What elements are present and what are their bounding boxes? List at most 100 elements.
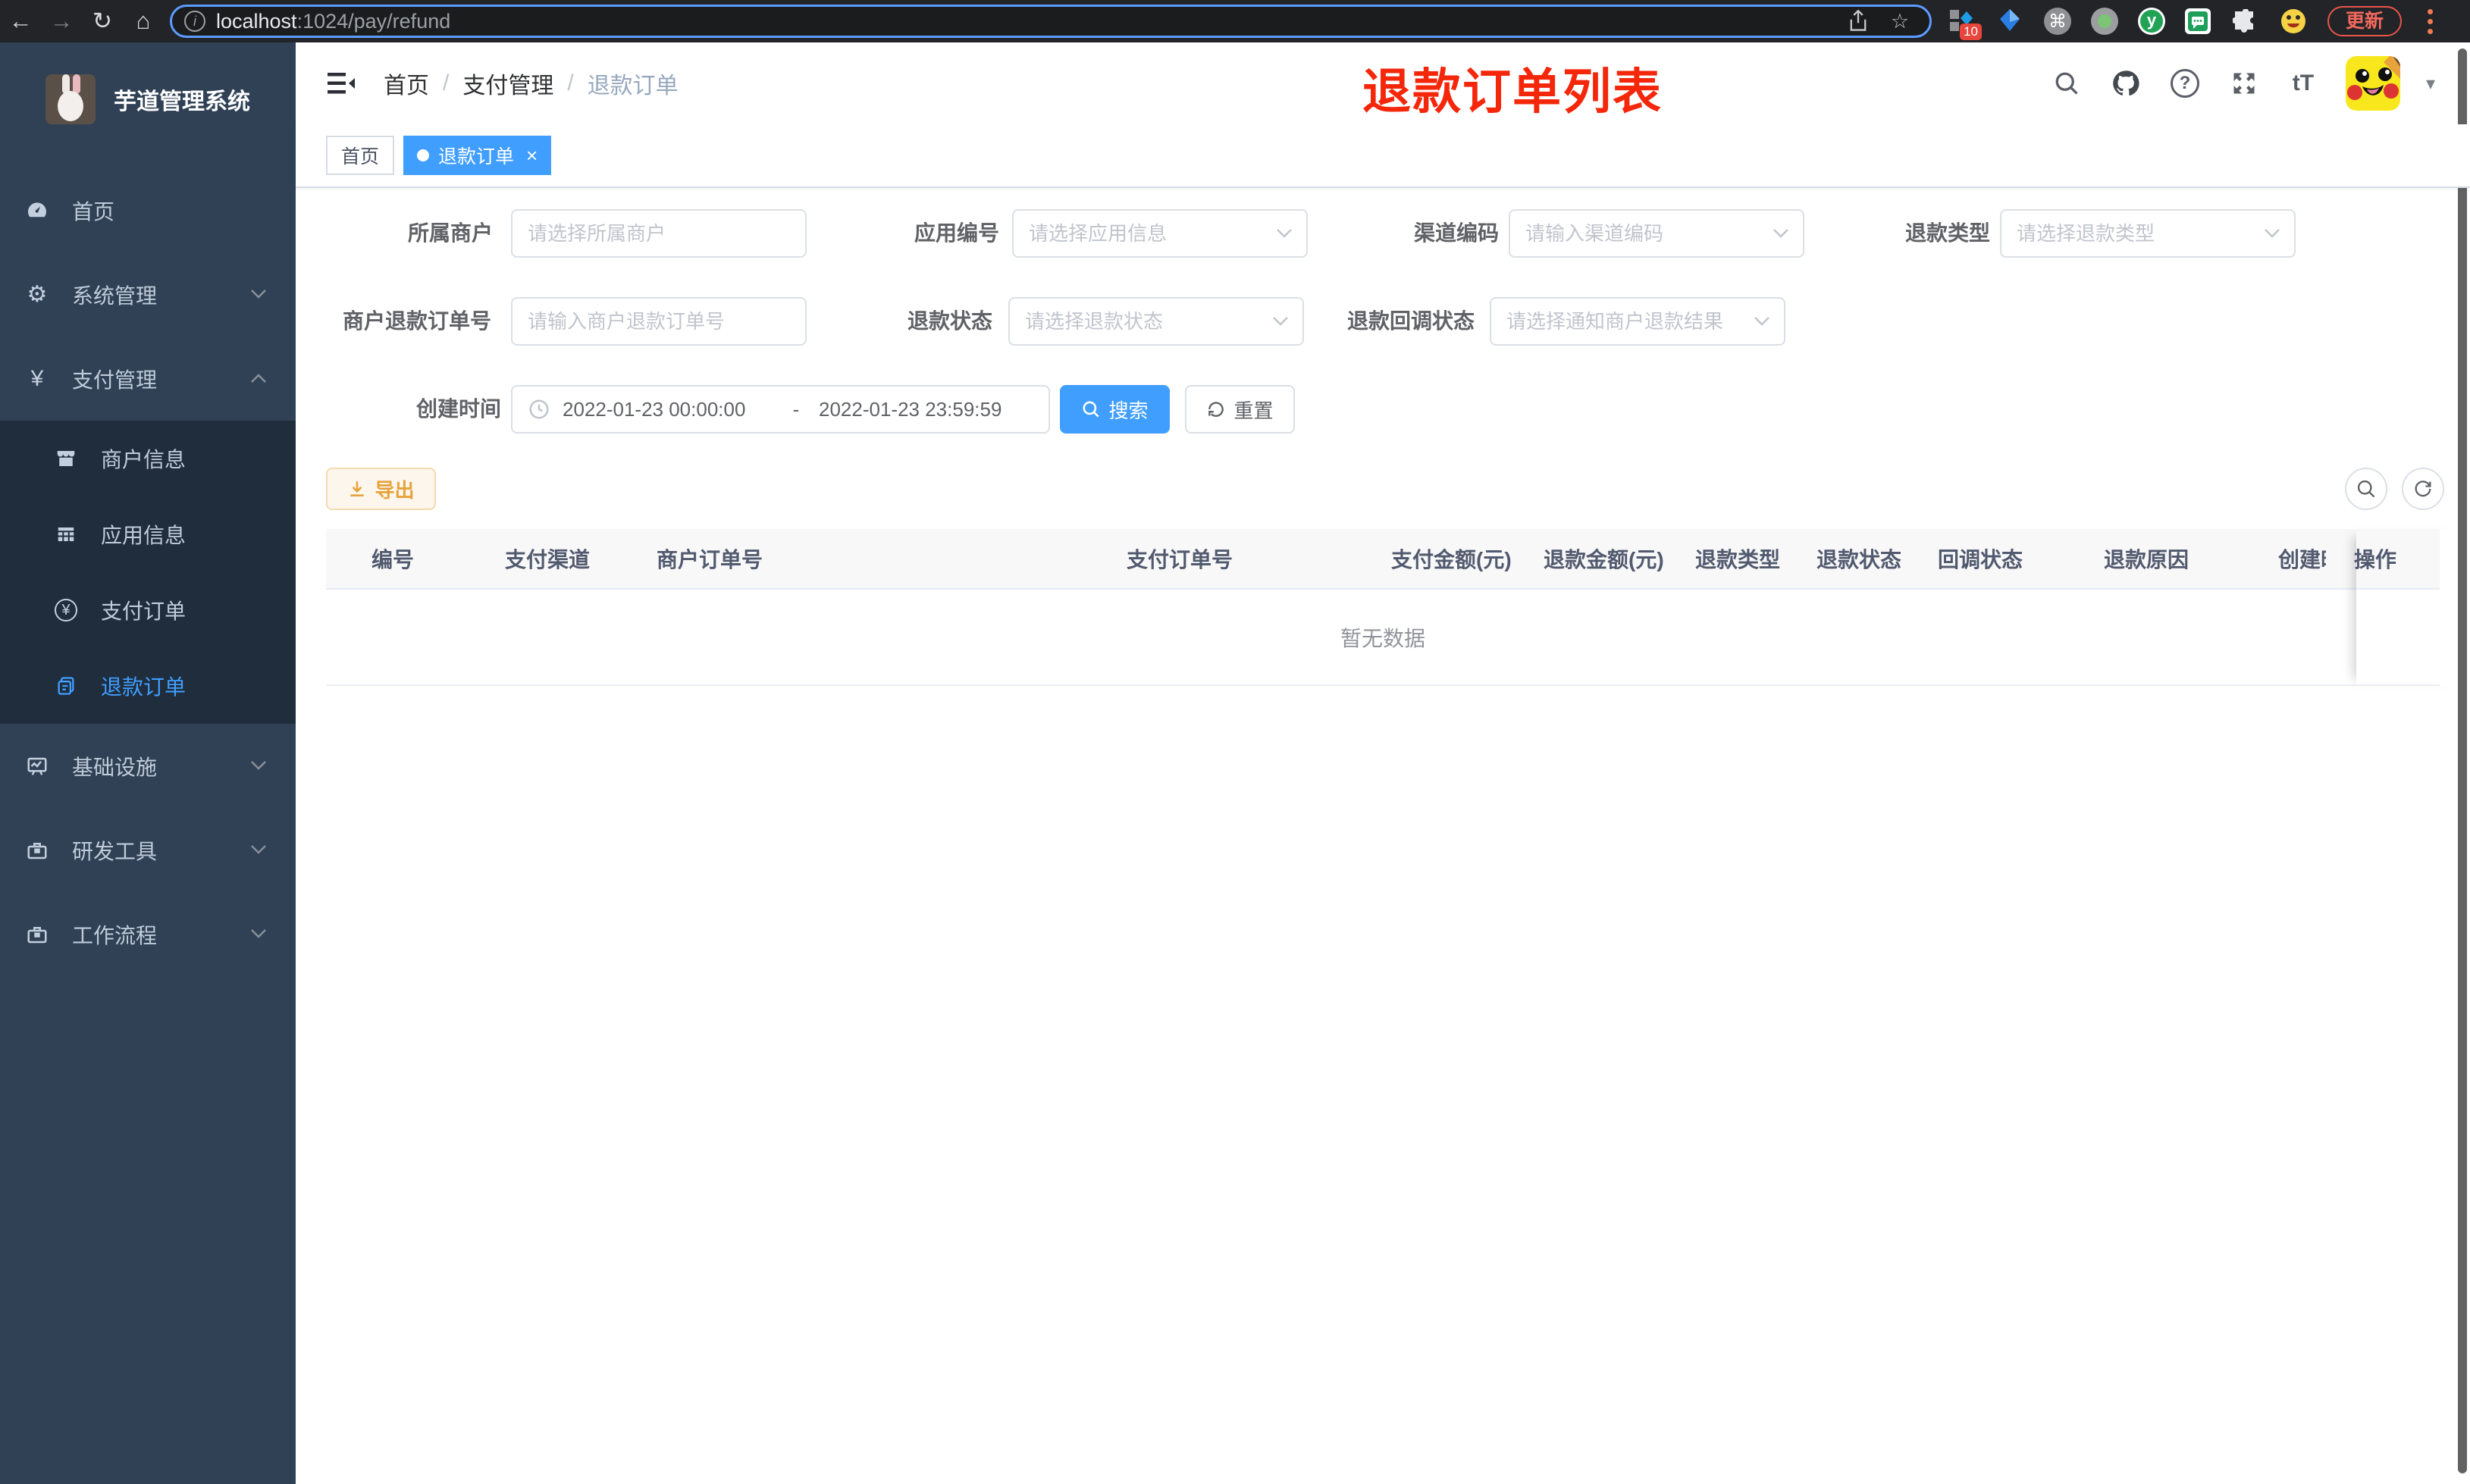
- extension-record-icon[interactable]: [2091, 8, 2118, 35]
- chevron-down-icon: [250, 760, 267, 771]
- sidebar-item-label: 商户信息: [101, 448, 187, 471]
- search-icon[interactable]: [2050, 67, 2083, 100]
- chevron-down-icon: [250, 844, 267, 855]
- column-header[interactable]: 回调状态: [1918, 543, 2077, 574]
- close-icon[interactable]: ×: [526, 146, 538, 165]
- breadcrumb-home[interactable]: 首页: [384, 67, 429, 100]
- filter-label-channel: 渠道编码: [1413, 221, 1499, 245]
- tab-refund-order[interactable]: 退款订单 ×: [403, 136, 552, 175]
- export-button[interactable]: 导出: [326, 468, 436, 510]
- font-size-icon[interactable]: tT: [2287, 67, 2320, 100]
- column-header[interactable]: 退款状态: [1797, 543, 1918, 574]
- sidebar-item-dev-tools[interactable]: 研发工具: [0, 808, 296, 892]
- column-header[interactable]: 编号: [326, 543, 485, 574]
- column-header[interactable]: 支付渠道: [485, 543, 637, 574]
- date-end-value[interactable]: 2022-01-23 23:59:59: [819, 398, 1030, 421]
- sidebar-collapse-icon[interactable]: [326, 70, 356, 97]
- table-search-toggle-button[interactable]: [2345, 468, 2387, 510]
- sidebar-menu: 首页 ⚙ 系统管理 ¥ 支付管理 商户信息 应用信息 ¥ 支付订单 退款订单 基…: [0, 168, 296, 976]
- active-dot-icon: [417, 149, 430, 161]
- column-header[interactable]: 退款类型: [1675, 543, 1797, 574]
- sidebar-item-infrastructure[interactable]: 基础设施: [0, 724, 296, 808]
- sidebar-item-refund-order[interactable]: 退款订单: [0, 648, 296, 724]
- search-button[interactable]: 搜索: [1060, 385, 1170, 434]
- browser-forward-icon[interactable]: →: [41, 0, 82, 42]
- help-icon[interactable]: ?: [2168, 67, 2202, 100]
- app-select[interactable]: [1012, 209, 1308, 258]
- column-header[interactable]: 退款原因: [2077, 543, 2248, 574]
- search-icon: [2357, 480, 2375, 498]
- refund-type-input[interactable]: [2017, 221, 2279, 246]
- date-start-value[interactable]: 2022-01-23 00:00:00: [563, 398, 773, 421]
- channel-input[interactable]: [1525, 221, 1788, 246]
- date-range-picker[interactable]: 2022-01-23 00:00:00 - 2022-01-23 23:59:5…: [511, 385, 1050, 434]
- table-refresh-button[interactable]: [2402, 468, 2444, 510]
- sidebar-item-home[interactable]: 首页: [0, 168, 296, 252]
- app-input[interactable]: [1029, 221, 1291, 246]
- merchant-refund-no-input[interactable]: [528, 309, 790, 333]
- column-header[interactable]: 支付金额(元): [1365, 543, 1524, 574]
- extensions-puzzle-icon[interactable]: [2230, 7, 2259, 36]
- breadcrumb-current: 退款订单: [587, 74, 679, 99]
- extension-y-icon[interactable]: y: [2138, 8, 2165, 35]
- filter-label-merchant: 所属商户: [407, 221, 493, 245]
- extension-command-icon[interactable]: ⌘: [2044, 8, 2071, 35]
- site-info-icon[interactable]: i: [184, 11, 205, 32]
- callback-status-input[interactable]: [1506, 309, 1769, 333]
- merchant-select[interactable]: [511, 209, 807, 258]
- filter-label-refund-type: 退款类型: [1904, 221, 1990, 245]
- clock-icon: [528, 398, 550, 421]
- caret-down-icon[interactable]: ▾: [2426, 73, 2435, 95]
- merchant-input[interactable]: [528, 221, 790, 246]
- extension-chat-icon[interactable]: [2185, 8, 2211, 34]
- sidebar-item-label: 支付管理: [72, 368, 158, 392]
- sidebar-item-system[interactable]: ⚙ 系统管理: [0, 252, 296, 337]
- extension-blocks-icon[interactable]: 10: [1947, 7, 1982, 40]
- browser-back-icon[interactable]: ←: [0, 0, 41, 42]
- browser-reload-icon[interactable]: ↻: [82, 0, 123, 42]
- tags-view-bar: 首页 退款订单 ×: [296, 124, 2470, 188]
- sidebar-item-pay-order[interactable]: ¥ 支付订单: [0, 572, 296, 648]
- tab-home[interactable]: 首页: [326, 136, 395, 175]
- extension-kite-icon[interactable]: [1995, 7, 2024, 36]
- browser-menu-icon[interactable]: [2418, 8, 2441, 34]
- sidebar-item-workflow[interactable]: 工作流程: [0, 892, 296, 976]
- column-header[interactable]: 商户订单号: [637, 543, 1107, 574]
- app-logo-row[interactable]: 芋道管理系统: [0, 42, 296, 156]
- refund-doc-icon: [55, 675, 77, 697]
- shop-icon: [55, 447, 77, 470]
- github-icon[interactable]: [2109, 67, 2142, 100]
- callback-status-select[interactable]: [1490, 297, 1785, 346]
- channel-select[interactable]: [1509, 209, 1804, 258]
- bookmark-star-icon[interactable]: ☆: [1882, 10, 1917, 33]
- refund-status-input[interactable]: [1025, 309, 1287, 333]
- fullscreen-icon[interactable]: [2227, 67, 2261, 100]
- sidebar-item-app-info[interactable]: 应用信息: [0, 496, 296, 572]
- url-host: localhost: [216, 9, 297, 33]
- page-scrollbar[interactable]: [2458, 49, 2467, 1473]
- breadcrumb-payment[interactable]: 支付管理: [462, 67, 553, 100]
- column-header[interactable]: 支付订单号: [1107, 543, 1365, 574]
- merchant-refund-no-input-box[interactable]: [511, 297, 807, 346]
- sidebar-item-merchant-info[interactable]: 商户信息: [0, 421, 296, 496]
- extension-emoji-icon[interactable]: [2279, 7, 2308, 36]
- column-header[interactable]: 创建时间: [2248, 543, 2326, 574]
- browser-home-icon[interactable]: ⌂: [123, 0, 164, 42]
- column-header[interactable]: 退款金额(元): [1524, 543, 1675, 574]
- chevron-down-icon: [250, 928, 267, 939]
- url-path: :1024/pay/refund: [296, 9, 451, 33]
- browser-update-button[interactable]: 更新: [2327, 6, 2403, 36]
- breadcrumb: 首页 / 支付管理 / 退款订单: [384, 67, 679, 100]
- reset-button[interactable]: 重置: [1185, 385, 1295, 434]
- sidebar-item-payment[interactable]: ¥ 支付管理: [0, 337, 296, 421]
- chevron-down-icon: [250, 289, 267, 299]
- refund-status-select[interactable]: [1008, 297, 1304, 346]
- avatar[interactable]: [2345, 56, 2400, 111]
- refund-type-select[interactable]: [2000, 209, 2296, 258]
- yen-icon: ¥: [30, 365, 44, 391]
- address-bar[interactable]: i localhost:1024/pay/refund ☆: [170, 5, 1932, 38]
- column-header-actions[interactable]: 操作: [2326, 543, 2440, 574]
- url-text[interactable]: localhost:1024/pay/refund: [216, 10, 1848, 33]
- table-empty-row: 暂无数据: [326, 590, 2440, 686]
- share-icon[interactable]: [1848, 10, 1882, 33]
